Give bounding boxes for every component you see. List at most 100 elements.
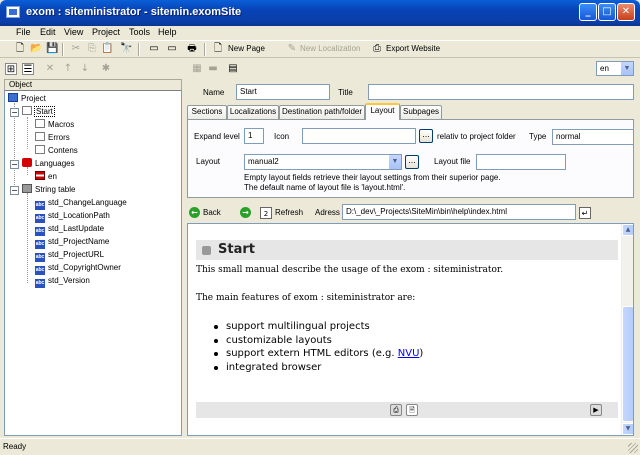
tree-node-project[interactable]: Project — [8, 93, 46, 105]
page-icon — [35, 132, 45, 141]
scroll-up-icon[interactable]: ▲ — [622, 224, 633, 236]
tree-node-string[interactable]: abc std_ProjectName — [35, 236, 109, 249]
language-select[interactable]: en ▼ — [596, 61, 634, 76]
tree-node-language[interactable]: en — [35, 171, 57, 183]
window-icon[interactable]: ▭ — [148, 43, 160, 55]
tab-subpages[interactable]: Subpages — [400, 105, 442, 119]
menu-view[interactable]: View — [64, 27, 83, 37]
chevron-down-icon[interactable]: ▼ — [388, 155, 401, 169]
pin-icon[interactable]: ✱ — [100, 63, 112, 75]
tree-node-languages[interactable]: Languages — [22, 158, 75, 170]
export-website-button[interactable]: Export Website — [386, 44, 440, 53]
tree-node-start[interactable]: Start — [22, 106, 55, 118]
tree-node-string[interactable]: abc std_Version — [35, 275, 90, 288]
collapse-toggle[interactable]: − — [10, 186, 19, 195]
go-icon[interactable]: ↵ — [579, 207, 591, 219]
document-icon[interactable]: 🗎 — [406, 404, 418, 416]
list-item: integrated browser — [214, 361, 423, 375]
minus-icon[interactable]: ▬ — [207, 63, 219, 75]
app-icon[interactable] — [6, 6, 20, 18]
new-localization-button[interactable]: New Localization — [300, 44, 360, 53]
string-icon: abc — [35, 279, 45, 288]
open-folder-icon[interactable]: 📂 — [30, 43, 42, 55]
next-page-icon[interactable]: ▶ — [590, 404, 602, 416]
string-icon: abc — [35, 253, 45, 262]
grid-icon[interactable]: ▦ — [191, 63, 203, 75]
expand-level-input[interactable]: 1 — [244, 128, 264, 144]
scroll-down-icon[interactable]: ▼ — [622, 423, 633, 435]
delete-icon[interactable]: ✕ — [44, 63, 56, 75]
expand-level-label: Expand level — [194, 132, 240, 141]
paste-icon[interactable]: 📋 — [101, 43, 113, 55]
type-label: Type — [529, 132, 547, 141]
tree-node-string[interactable]: abc std_CopyrightOwner — [35, 262, 121, 275]
back-arrow-icon[interactable]: ← — [189, 207, 200, 218]
menu-tools[interactable]: Tools — [129, 27, 150, 37]
list-view-icon[interactable]: ☰ — [22, 63, 34, 75]
tab-layout[interactable]: Layout — [365, 103, 400, 120]
move-down-icon[interactable]: ↓ — [79, 63, 91, 75]
window-icon[interactable]: ▭ — [166, 43, 178, 55]
date-icon[interactable]: ▤ — [227, 63, 239, 75]
tree-node-string-table[interactable]: String table — [22, 184, 75, 196]
nvu-link[interactable]: NVU — [398, 348, 420, 359]
icon-browse-button[interactable]: ... — [419, 129, 433, 143]
properties-icon[interactable]: 🖶 — [186, 43, 198, 55]
new-file-icon[interactable]: 🗋 — [14, 43, 26, 55]
tree-node-contens[interactable]: Contens — [35, 145, 78, 157]
tab-sections[interactable]: Sections — [187, 105, 227, 119]
chevron-down-icon[interactable]: ▼ — [620, 62, 633, 75]
menu-project[interactable]: Project — [92, 27, 120, 37]
refresh-icon[interactable]: 2 — [260, 207, 272, 219]
new-localization-icon[interactable]: ✎ — [286, 43, 298, 55]
menu-edit[interactable]: Edit — [40, 27, 56, 37]
collapse-toggle[interactable]: − — [10, 108, 19, 117]
resize-grip[interactable] — [628, 443, 638, 453]
layout-file-label: Layout file — [434, 157, 471, 166]
tab-destination[interactable]: Destination path/folder — [279, 105, 365, 119]
print-icon[interactable]: ⎙ — [390, 404, 402, 416]
collapse-toggle[interactable]: − — [10, 160, 19, 169]
find-icon[interactable]: 🔭 — [120, 43, 132, 55]
export-icon[interactable]: ⎙ — [371, 43, 383, 55]
tab-localizations[interactable]: Localizations — [227, 105, 279, 119]
new-page-icon[interactable]: 🗋 — [212, 43, 224, 55]
list-item: support extern HTML editors (e.g. NVU) — [214, 347, 423, 361]
menu-file[interactable]: File — [16, 27, 31, 37]
title-input[interactable] — [368, 84, 634, 100]
tree-node-string[interactable]: abc std_ProjectURL — [35, 249, 104, 262]
string-icon: abc — [35, 227, 45, 236]
tree-view-icon[interactable]: ⊞ — [5, 63, 17, 75]
move-up-icon[interactable]: ↑ — [62, 63, 74, 75]
refresh-button[interactable]: Refresh — [275, 208, 303, 217]
tree-node-errors[interactable]: Errors — [35, 132, 70, 144]
save-icon[interactable]: 💾 — [46, 43, 58, 55]
name-input[interactable]: Start — [236, 84, 330, 100]
cut-icon[interactable]: ✂ — [70, 43, 82, 55]
layout-select[interactable]: manual2 ▼ — [244, 154, 402, 170]
browser-view[interactable]: Start This small manual describe the usa… — [187, 223, 634, 436]
tree-node-string[interactable]: abc std_ChangeLanguage — [35, 197, 127, 210]
forward-arrow-icon[interactable]: → — [240, 207, 251, 218]
layout-browse-button[interactable]: ... — [405, 155, 419, 169]
copy-icon[interactable]: ⎘ — [86, 43, 98, 55]
object-tree[interactable]: Project − Start Macros Errors Contens − … — [4, 91, 182, 436]
maximize-button[interactable]: □ — [598, 3, 616, 21]
menu-help[interactable]: Help — [158, 27, 177, 37]
tree-line — [27, 117, 28, 149]
tree-node-macros[interactable]: Macros — [35, 119, 74, 131]
address-input[interactable]: D:\_dev\_Projects\SiteMin\bin\help\index… — [342, 204, 576, 220]
tree-node-string[interactable]: abc std_LastUpdate — [35, 223, 104, 236]
back-button[interactable]: Back — [203, 208, 221, 217]
new-page-button[interactable]: New Page — [228, 44, 265, 53]
type-input[interactable]: normal — [552, 129, 634, 145]
icon-input[interactable] — [302, 128, 416, 144]
layout-file-input[interactable] — [476, 154, 566, 170]
scroll-thumb[interactable] — [622, 306, 633, 422]
tree-header[interactable]: Object — [4, 79, 182, 91]
list-item: customizable layouts — [214, 334, 423, 348]
minimize-button[interactable]: _ — [579, 3, 597, 21]
vertical-scrollbar[interactable]: ▲ ▼ — [621, 224, 633, 435]
tree-node-string[interactable]: abc std_LocationPath — [35, 210, 110, 223]
close-button[interactable]: ✕ — [617, 3, 635, 21]
